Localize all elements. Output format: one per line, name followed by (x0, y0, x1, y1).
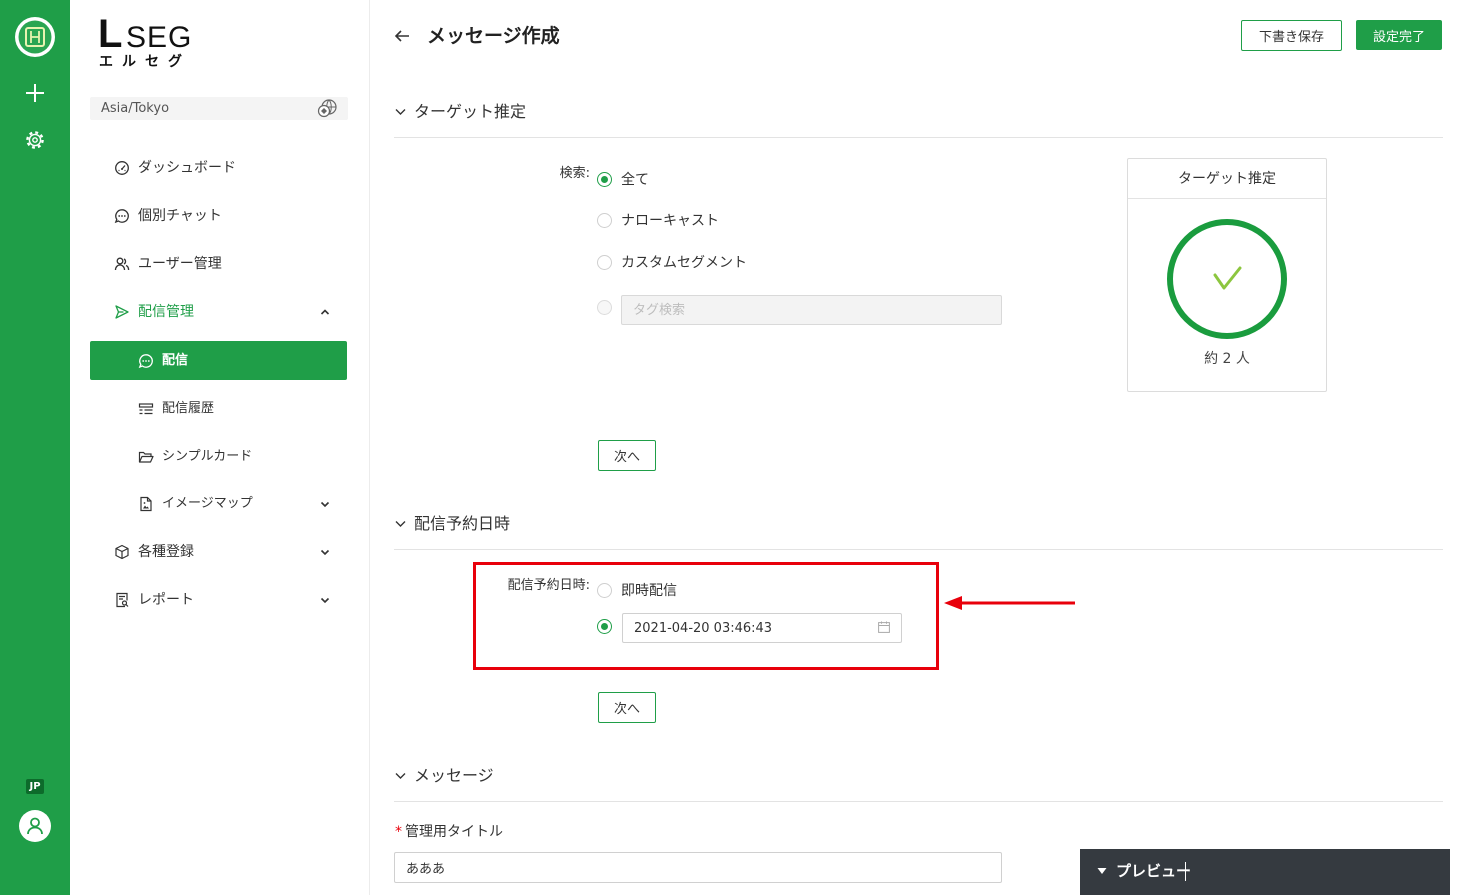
chevron-down-icon[interactable] (320, 547, 330, 557)
brand-logo-initial: L (98, 12, 123, 56)
sidebar-item-label: 配信履歴 (162, 401, 215, 416)
caret-down-icon[interactable] (1097, 867, 1107, 875)
radio-all-label[interactable]: 全て (621, 170, 649, 190)
sidebar-item-dashboard[interactable]: ダッシュボード (90, 150, 347, 186)
send-icon (114, 304, 130, 320)
save-draft-button[interactable]: 下書き保存 (1241, 20, 1342, 51)
brand-logo-kana: エルセグ (99, 54, 191, 70)
sidebar-item-label: 配信 (162, 353, 189, 368)
sidebar-item-delivery[interactable]: 配信 (90, 341, 347, 380)
admin-title-input[interactable] (394, 852, 1002, 883)
report-icon (114, 592, 130, 608)
check-circle-icon (1162, 214, 1292, 344)
timezone-selector[interactable]: Asia/Tokyo (90, 97, 348, 120)
sidebar-item-registrations[interactable]: 各種登録 (90, 534, 347, 570)
sidebar-item-label: ダッシュボード (138, 160, 236, 176)
section-divider (394, 801, 1443, 802)
arrow-left-annotation-icon (940, 593, 1080, 613)
sidebar-item-users[interactable]: ユーザー管理 (90, 246, 347, 282)
app-logo-icon[interactable] (14, 16, 56, 58)
list-icon (138, 401, 154, 417)
sidebar-item-label: 各種登録 (138, 544, 194, 560)
chevron-down-icon[interactable] (395, 108, 406, 116)
radio-narrowcast-label[interactable]: ナローキャスト (621, 211, 719, 231)
radio-scheduled[interactable] (597, 619, 612, 634)
arrow-left-icon[interactable] (394, 28, 410, 44)
complete-button[interactable]: 設定完了 (1356, 20, 1442, 50)
sidebar-item-label: 個別チャット (138, 208, 222, 224)
app-rail: JP (0, 0, 70, 895)
next-button-target[interactable]: 次へ (598, 440, 656, 471)
globe-icon[interactable] (317, 99, 337, 118)
tag-search-input[interactable] (621, 295, 1002, 325)
next-button-schedule[interactable]: 次へ (598, 692, 656, 723)
text-cursor (1185, 862, 1186, 881)
sidebar-item-delivery-management[interactable]: 配信管理 (90, 294, 347, 330)
brand-logo-text: SEG (126, 21, 193, 54)
gear-icon[interactable] (25, 130, 45, 150)
radio-immediate[interactable] (597, 583, 612, 598)
sidebar-item-label: イメージマップ (162, 496, 253, 511)
sidebar-item-label: シンプルカード (162, 449, 253, 464)
radio-narrowcast[interactable] (597, 213, 612, 228)
target-estimate-count: 約 2 人 (1204, 351, 1250, 367)
section-title-message[interactable]: メッセージ (414, 766, 494, 786)
chevron-down-icon[interactable] (320, 595, 330, 605)
plus-icon[interactable] (24, 82, 46, 104)
radio-custom-segment[interactable] (597, 255, 612, 270)
sidebar-item-delivery-history[interactable]: 配信履歴 (90, 391, 347, 427)
cube-icon (114, 544, 130, 560)
folder-icon (138, 449, 154, 465)
section-title-schedule[interactable]: 配信予約日時 (414, 514, 510, 534)
radio-all[interactable] (597, 172, 612, 187)
chevron-down-icon[interactable] (395, 520, 406, 528)
chat-icon (114, 208, 130, 224)
target-estimate-card: ターゲット推定 約 2 人 (1127, 158, 1327, 392)
section-divider (394, 549, 1443, 550)
chevron-up-icon[interactable] (320, 307, 330, 317)
users-icon (114, 256, 130, 272)
dashboard-icon (114, 160, 130, 176)
timezone-value: Asia/Tokyo (101, 101, 170, 116)
admin-title-label: 管理用タイトル (405, 824, 503, 840)
required-mark: * (395, 824, 402, 840)
sidebar-item-label: ユーザー管理 (138, 256, 222, 272)
section-divider (394, 137, 1443, 138)
radio-tag-search[interactable] (597, 300, 612, 315)
sidebar-item-chat[interactable]: 個別チャット (90, 198, 347, 234)
sidebar-item-simple-card[interactable]: シンプルカード (90, 439, 347, 475)
section-title-target[interactable]: ターゲット推定 (414, 102, 526, 122)
sidebar-item-report[interactable]: レポート (90, 582, 347, 618)
preview-label[interactable]: プレビュー (1116, 860, 1191, 882)
datetime-picker-input[interactable] (622, 613, 902, 643)
page-title: メッセージ作成 (427, 25, 560, 47)
calendar-icon[interactable] (878, 621, 890, 633)
chevron-down-icon[interactable] (395, 772, 406, 780)
card-title: ターゲット推定 (1128, 159, 1326, 199)
chevron-down-icon[interactable] (320, 499, 330, 509)
sidebar-item-label: レポート (138, 592, 194, 608)
sidebar: L SEG エルセグ Asia/Tokyo ダッシュボード 個別チャット ユーザ… (70, 0, 370, 895)
schedule-label: 配信予約日時: (507, 578, 590, 593)
radio-custom-segment-label[interactable]: カスタムセグメント (621, 253, 747, 273)
sidebar-item-label: 配信管理 (138, 304, 194, 320)
preview-panel-toggle[interactable]: プレビュー (1080, 849, 1450, 895)
search-label: 検索: (559, 166, 590, 181)
file-image-icon (138, 496, 154, 512)
radio-immediate-label[interactable]: 即時配信 (621, 581, 677, 601)
user-avatar-icon[interactable] (19, 810, 51, 842)
chat-icon (138, 353, 154, 369)
sidebar-item-image-map[interactable]: イメージマップ (90, 486, 347, 522)
language-badge[interactable]: JP (26, 779, 44, 794)
